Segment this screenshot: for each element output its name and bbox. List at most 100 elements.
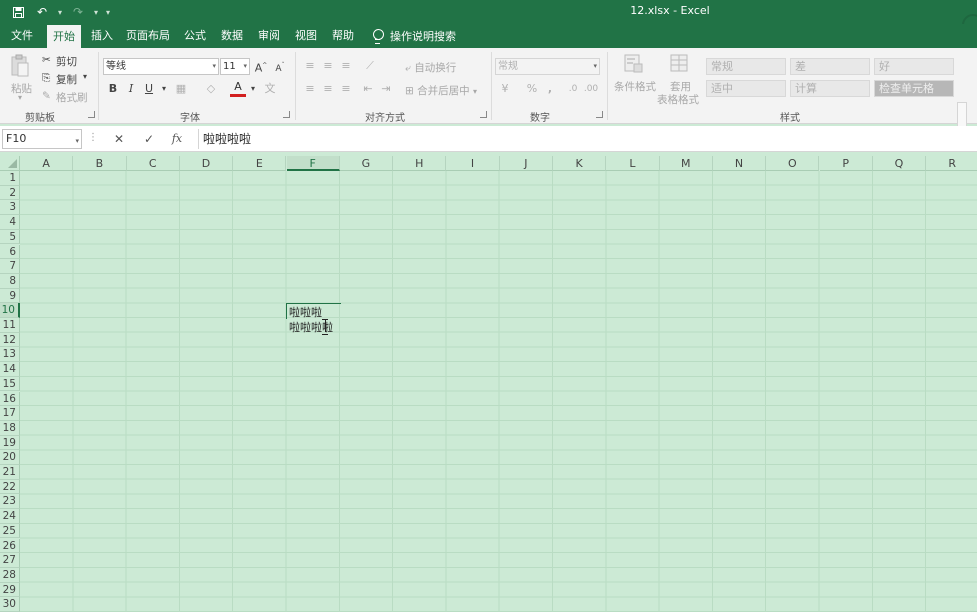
conditional-format-icon[interactable] xyxy=(624,54,644,77)
column-header-i[interactable]: I xyxy=(446,156,500,171)
wrap-text-button[interactable]: ⤶ 自动换行 xyxy=(405,60,456,75)
tab-view[interactable]: 视图 xyxy=(289,24,323,48)
orientation-icon[interactable]: ⟋ xyxy=(362,58,378,74)
tab-page-layout[interactable]: 页面布局 xyxy=(124,24,172,48)
tell-me-search[interactable]: 操作说明搜索 xyxy=(372,24,456,48)
column-header-e[interactable]: E xyxy=(233,156,287,171)
copy-dropdown-icon[interactable]: ▾ xyxy=(83,72,87,81)
copy-button[interactable]: 复制 xyxy=(56,72,77,87)
row-header-2[interactable]: 2 xyxy=(0,185,20,201)
style-check-cell[interactable]: 检查单元格 xyxy=(874,80,954,97)
column-header-h[interactable]: H xyxy=(393,156,447,171)
row-header-25[interactable]: 25 xyxy=(0,523,20,539)
row-header-12[interactable]: 12 xyxy=(0,332,20,348)
undo-icon[interactable]: ↶ xyxy=(32,2,52,22)
column-header-k[interactable]: K xyxy=(553,156,607,171)
row-header-15[interactable]: 15 xyxy=(0,376,20,392)
align-top-icon[interactable]: ≡ xyxy=(302,58,318,74)
formula-input[interactable]: 啦啦啦啦 xyxy=(198,129,973,149)
style-calculation[interactable]: 计算 xyxy=(790,80,870,97)
row-header-21[interactable]: 21 xyxy=(0,465,20,480)
row-header-20[interactable]: 20 xyxy=(0,450,20,465)
column-header-g[interactable]: G xyxy=(339,156,394,171)
fill-color-icon[interactable]: ◇ xyxy=(203,81,219,97)
bold-button[interactable]: B xyxy=(105,81,121,97)
name-box[interactable]: F10 ▾ xyxy=(2,129,82,149)
row-header-26[interactable]: 26 xyxy=(0,538,20,554)
align-middle-icon[interactable]: ≡ xyxy=(320,58,336,74)
tab-formulas[interactable]: 公式 xyxy=(178,24,212,48)
paste-icon[interactable] xyxy=(10,54,30,81)
undo-dropdown-icon[interactable]: ▾ xyxy=(56,8,64,17)
increase-decimal-icon[interactable]: .0 xyxy=(565,81,581,97)
conditional-format-button[interactable]: 条件格式 xyxy=(614,79,656,94)
tab-home[interactable]: 开始 xyxy=(47,25,81,48)
decrease-indent-icon[interactable]: ⇤ xyxy=(360,81,376,97)
increase-indent-icon[interactable]: ⇥ xyxy=(378,81,394,97)
format-as-table-icon[interactable] xyxy=(670,54,690,77)
row-header-11[interactable]: 11 xyxy=(0,318,20,333)
style-neutral[interactable]: 适中 xyxy=(706,80,786,97)
align-right-icon[interactable]: ≡ xyxy=(338,81,354,97)
style-bad[interactable]: 差 xyxy=(790,58,870,75)
row-header-7[interactable]: 7 xyxy=(0,259,20,274)
cut-button[interactable]: 剪切 xyxy=(56,54,77,69)
font-size-select[interactable]: 11 ▾ xyxy=(220,58,250,75)
tab-file[interactable]: 文件 xyxy=(4,24,40,48)
row-header-1[interactable]: 1 xyxy=(0,171,20,186)
column-header-q[interactable]: Q xyxy=(872,156,927,171)
cut-icon[interactable]: ✂ xyxy=(42,54,51,66)
column-header-a[interactable]: A xyxy=(20,156,74,171)
row-header-13[interactable]: 13 xyxy=(0,347,20,363)
column-header-n[interactable]: N xyxy=(712,156,767,171)
accounting-icon[interactable]: ¥ xyxy=(497,81,513,97)
row-header-14[interactable]: 14 xyxy=(0,362,20,377)
align-center-icon[interactable]: ≡ xyxy=(320,81,336,97)
font-color-dropdown-icon[interactable]: ▾ xyxy=(245,81,261,97)
row-header-9[interactable]: 9 xyxy=(0,288,20,304)
column-header-r[interactable]: R xyxy=(926,156,977,171)
tab-review[interactable]: 审阅 xyxy=(252,24,286,48)
row-header-4[interactable]: 4 xyxy=(0,215,20,230)
row-header-16[interactable]: 16 xyxy=(0,391,20,407)
column-header-j[interactable]: J xyxy=(499,156,553,171)
row-header-17[interactable]: 17 xyxy=(0,406,20,421)
alignment-launcher-icon[interactable] xyxy=(480,111,487,118)
cell-area[interactable] xyxy=(20,171,977,612)
tab-data[interactable]: 数据 xyxy=(215,24,249,48)
column-header-d[interactable]: D xyxy=(179,156,234,171)
tab-help[interactable]: 帮助 xyxy=(326,24,360,48)
redo-dropdown-icon[interactable]: ▾ xyxy=(92,8,100,17)
clipboard-launcher-icon[interactable] xyxy=(88,111,95,118)
align-left-icon[interactable]: ≡ xyxy=(302,81,318,97)
comma-button[interactable]: , xyxy=(542,81,558,97)
format-painter-button[interactable]: 格式刷 xyxy=(56,90,88,105)
row-header-8[interactable]: 8 xyxy=(0,273,20,289)
column-header-c[interactable]: C xyxy=(126,156,180,171)
style-normal[interactable]: 常规 xyxy=(706,58,786,75)
row-header-24[interactable]: 24 xyxy=(0,509,20,524)
column-header-f[interactable]: F xyxy=(286,156,340,171)
format-as-table-label-2[interactable]: 表格格式 xyxy=(657,92,699,107)
insert-function-button[interactable]: fx xyxy=(166,130,188,148)
column-header-p[interactable]: P xyxy=(819,156,873,171)
select-all-button[interactable] xyxy=(0,156,20,171)
font-name-select[interactable]: 等线 ▾ xyxy=(103,58,219,75)
row-header-28[interactable]: 28 xyxy=(0,567,20,583)
cell-f10[interactable]: 啦啦啦 xyxy=(289,304,322,320)
percent-button[interactable]: % xyxy=(524,81,540,97)
row-header-22[interactable]: 22 xyxy=(0,479,20,495)
merge-center-button[interactable]: ⊞ 合并后居中 ▾ xyxy=(405,83,477,98)
increase-font-icon[interactable]: A^ xyxy=(253,58,269,75)
row-header-23[interactable]: 23 xyxy=(0,494,20,510)
row-header-30[interactable]: 30 xyxy=(0,597,20,612)
customize-qat-icon[interactable]: ▾ xyxy=(104,8,112,17)
font-color-button[interactable]: A xyxy=(230,79,246,97)
decrease-decimal-icon[interactable]: .00 xyxy=(583,81,599,97)
column-header-l[interactable]: L xyxy=(606,156,660,171)
redo-icon[interactable]: ↷ xyxy=(68,2,88,22)
underline-dropdown-icon[interactable]: ▾ xyxy=(156,81,172,97)
column-header-m[interactable]: M xyxy=(659,156,713,171)
font-launcher-icon[interactable] xyxy=(283,111,290,118)
save-icon[interactable] xyxy=(8,2,28,22)
